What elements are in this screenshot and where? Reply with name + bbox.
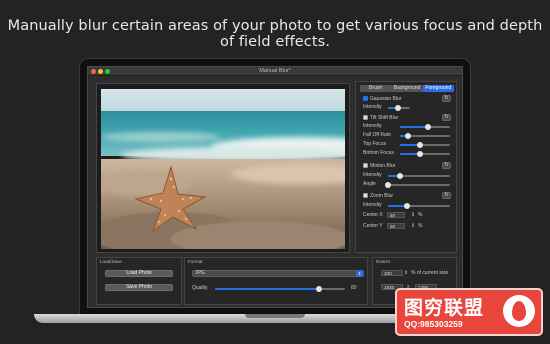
zoom-blur-label: Zoom Blur [370,193,394,199]
slider-knob[interactable] [417,151,423,157]
resize-percent-field[interactable]: 100 [381,270,403,276]
tab-foreground[interactable]: Foreground [422,85,454,92]
center-y-label: Center Y [363,223,383,229]
slider-knob[interactable] [403,203,410,209]
photo-image [101,89,345,249]
gaussian-blur-checkbox[interactable] [363,96,368,102]
save-photo-button[interactable]: Save Photo [105,284,173,291]
tilt-shift-checkbox[interactable] [363,115,368,121]
resize-heading: Resize [376,259,391,264]
motion-blur-toggle[interactable]: Motion Blur [363,163,395,169]
format-select[interactable]: JPG ⇕ [192,270,364,277]
center-y-unit: % [418,223,423,229]
reset-icon: ↻ [444,162,449,168]
falloff-label: Fall Off Rate [363,132,391,138]
zoom-blur-toggle[interactable]: Zoom Blur [363,193,393,199]
gaussian-intensity-label: Intensity [363,104,382,110]
quality-slider[interactable] [215,286,345,292]
gaussian-intensity-slider[interactable] [388,105,410,111]
headline: Manually blur certain areas of your phot… [7,18,543,50]
tilt-shift-label: Tilt Shift Blur [370,115,399,121]
top-focus-label: Top Focus [363,141,387,147]
stepper-icon: ⇕ [404,270,409,276]
motion-blur-checkbox[interactable] [363,163,368,169]
motion-intensity-label: Intensity [363,172,382,178]
slider-knob[interactable] [397,173,404,179]
photo[interactable] [101,89,345,249]
center-y-stepper[interactable]: ⇕ [411,223,415,229]
tilt-shift-toggle[interactable]: Tilt Shift Blur [363,115,398,121]
bottom-focus-label: Bottom Focus [363,150,394,156]
tab-brush[interactable]: Brush [360,85,391,92]
slider-knob[interactable] [417,142,423,148]
load-save-heading: Load/Save [100,259,122,264]
window-title: Manual Blur* [259,68,291,74]
laptop-notch [245,314,305,318]
format-value: JPG [195,270,205,276]
gaussian-blur-label: Gaussian Blur [370,96,402,102]
motion-intensity-slider[interactable] [388,173,450,179]
watermark-title: 图穷联盟 [404,297,485,319]
load-save-group: Load/Save Load Photo Save Photo [96,257,182,305]
quality-value: 80 [351,285,357,291]
center-x-stepper[interactable]: ⇕ [411,212,415,218]
quality-label: Quality [192,285,208,291]
format-heading: Format [188,259,203,264]
center-x-field[interactable]: 50 [387,212,405,218]
tilt-intensity-label: Intensity [363,123,382,129]
stepper-icon: ⇕ [411,212,416,218]
load-photo-button[interactable]: Load Photo [105,270,173,277]
slider-knob[interactable] [424,124,431,130]
angle-label: Angle [363,181,376,187]
zoom-intensity-slider[interactable] [388,203,450,209]
format-group: Format JPG ⇕ Quality 80 [184,257,368,305]
slider-knob[interactable] [404,133,411,139]
title-bar: Manual Blur* [88,67,462,76]
gaussian-reset-button[interactable]: ↻ [442,95,451,102]
zoom-blur-checkbox[interactable] [363,193,368,199]
app-window: Manual Blur* Brush Background Foreground… [87,66,463,308]
top-focus-slider[interactable] [400,142,450,148]
mode-segmented-control[interactable]: Brush Background Foreground [360,85,454,92]
tilt-shift-reset-button[interactable]: ↻ [442,114,451,121]
chevron-updown-icon: ⇕ [356,270,363,277]
blur-settings-panel: Brush Background Foreground Gaussian Blu… [355,81,457,253]
zoom-intensity-label: Intensity [363,202,382,208]
slider-knob[interactable] [316,286,322,292]
flame-logo-icon [503,295,535,327]
resize-percent-label: % of current size [411,270,449,276]
watermark-qq: QQ:985303259 [404,319,463,329]
gaussian-blur-toggle[interactable]: Gaussian Blur [363,96,401,102]
bottom-focus-slider[interactable] [400,151,450,157]
tab-background[interactable]: Background [391,85,422,92]
reset-icon: ↻ [444,114,449,120]
slider-knob[interactable] [385,182,391,188]
slider-knob[interactable] [394,105,401,111]
stepper-icon: ⇕ [411,223,416,229]
watermark-badge: 图穷联盟 QQ:985303259 [395,288,543,336]
motion-blur-label: Motion Blur [370,163,396,169]
reset-icon: ↻ [444,192,449,198]
photo-canvas[interactable] [96,83,350,253]
center-y-field[interactable]: 50 [387,223,405,229]
angle-slider[interactable] [385,182,450,188]
motion-reset-button[interactable]: ↻ [442,162,451,169]
resize-percent-stepper[interactable]: ⇕ [404,270,408,276]
falloff-slider[interactable] [400,133,450,139]
tilt-intensity-slider[interactable] [400,124,450,130]
reset-icon: ↻ [444,95,449,101]
zoom-reset-button[interactable]: ↻ [442,192,451,199]
center-x-unit: % [418,212,423,218]
center-x-label: Center X [363,212,383,218]
